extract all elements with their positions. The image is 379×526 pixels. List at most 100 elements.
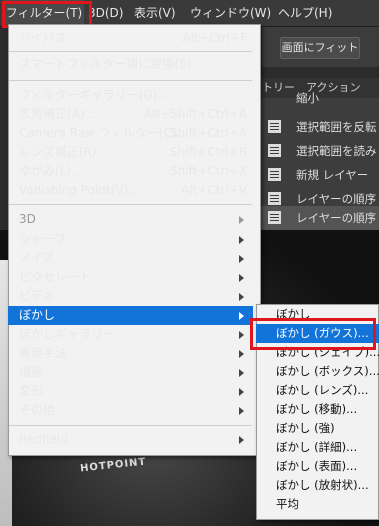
menu-item-adaptive-wide-angle[interactable]: 広角補正(A)... Alt+Shift+Ctrl+A: [8, 105, 253, 124]
menu-item-blur-gallery[interactable]: ぼかしギャラリー: [8, 325, 253, 344]
menu-help[interactable]: ヘルプ(H): [278, 0, 332, 26]
submenu-item-label: ぼかし (移動)...: [276, 402, 358, 416]
submenu-item-label: ぼかし (レンズ)...: [276, 383, 369, 397]
submenu-item-label: ぼかし (放射状)...: [276, 478, 369, 492]
menu-item-camera-raw[interactable]: Camera Raw フィルター(C)... Shift+Ctrl+A: [8, 124, 253, 143]
menu-item-label: フィルターギャラリー(G)...: [19, 88, 169, 102]
menu-item-3d: 3D: [8, 210, 253, 229]
submenu-item-label: ぼかし (強): [276, 421, 335, 435]
menu-item-blur[interactable]: ぼかし: [8, 306, 253, 325]
menu-bar: フィルター(T) 3D(D) 表示(V) ウィンドウ(W) ヘルプ(H): [0, 0, 379, 27]
menu-item-other[interactable]: その他: [8, 401, 253, 420]
history-item-label: 新規 レイヤー: [296, 168, 369, 182]
menu-item-label: Vanishing Point(V)...: [19, 183, 140, 197]
menu-item-shortcut: Alt+Ctrl+F: [182, 31, 247, 45]
menu-item-lens-correction[interactable]: レンズ補正(R)... Shift+Ctrl+R: [8, 143, 253, 162]
menu-3d[interactable]: 3D(D): [88, 0, 123, 26]
menu-item-shortcut: Shift+Ctrl+X: [170, 164, 247, 178]
menu-item-redfield[interactable]: Redfield: [8, 430, 253, 449]
submenu-item-surface-blur[interactable]: ぼかし (表面)...: [256, 457, 379, 476]
menu-item-label: 変形: [19, 384, 44, 398]
fit-screen-button[interactable]: 画面にフィット: [280, 37, 360, 59]
menu-item-shortcut: Shift+Ctrl+R: [169, 145, 247, 159]
menu-view[interactable]: 表示(V): [134, 0, 176, 26]
submenu-item-motion-blur[interactable]: ぼかし (移動)...: [256, 400, 379, 419]
submenu-item-label: ぼかし (表面)...: [276, 459, 358, 473]
history-state-icon: [268, 120, 281, 133]
submenu-item-blur-more[interactable]: ぼかし (強): [256, 419, 379, 438]
menu-item-shortcut: Alt+Ctrl+V: [181, 183, 247, 197]
history-state-icon: [268, 192, 281, 205]
menu-item-label: シャープ: [19, 232, 67, 246]
menu-item-label: ハイパス: [19, 31, 67, 45]
submenu-arrow-icon: [239, 350, 244, 358]
menu-separator: [9, 80, 252, 81]
menu-item-shortcut: Shift+Ctrl+A: [170, 126, 247, 140]
submenu-item-blur[interactable]: ぼかし: [256, 305, 379, 324]
history-state-icon: [268, 211, 281, 224]
submenu-item-label: 平均: [276, 497, 299, 511]
menu-item-label: ノイズ: [19, 251, 55, 265]
history-item[interactable]: 選択範囲を読み: [258, 139, 379, 163]
menu-separator: [9, 425, 252, 426]
submenu-arrow-icon: [239, 331, 244, 339]
history-item-selected[interactable]: レイヤーの順序: [258, 206, 379, 230]
submenu-arrow-icon: [239, 312, 244, 320]
submenu-item-average[interactable]: 平均: [256, 495, 379, 514]
history-state-icon: [268, 144, 281, 157]
menu-item-label: Camera Raw フィルター(C)...: [19, 126, 188, 140]
submenu-item-radial-blur[interactable]: ぼかし (放射状)...: [256, 476, 379, 495]
history-item-label: 選択範囲を読み: [296, 144, 377, 158]
menu-item-shortcut: Alt+Shift+Ctrl+A: [143, 107, 247, 121]
submenu-item-shape-blur[interactable]: ぼかし (シェイプ)...: [256, 343, 379, 362]
menu-item-video[interactable]: ビデオ: [8, 287, 253, 306]
submenu-item-label: ぼかし (ボックス)...: [276, 364, 379, 378]
history-item[interactable]: 新規 レイヤー: [258, 163, 379, 187]
menu-item-render[interactable]: 描画: [8, 363, 253, 382]
history-item[interactable]: 選択範囲を反転: [258, 115, 379, 139]
menu-filter[interactable]: フィルター(T): [4, 0, 84, 26]
menu-item-filter-gallery[interactable]: フィルターギャラリー(G)...: [8, 86, 253, 105]
menu-item-stylize[interactable]: 表現手法: [8, 344, 253, 363]
submenu-arrow-icon: [239, 293, 244, 301]
menu-item-label: 描画: [19, 365, 44, 379]
submenu-item-gaussian-blur[interactable]: ぼかし (ガウス)...: [256, 324, 379, 343]
submenu-item-label: ぼかし (ガウス)...: [276, 326, 369, 340]
menu-item-label: 表現手法: [19, 346, 68, 360]
menu-item-smart-filter[interactable]: スマートフィルター用に変換(S): [8, 55, 253, 74]
submenu-item-label: ぼかし (シェイプ)...: [276, 345, 379, 359]
history-item-label: レイヤーの順序: [296, 211, 377, 225]
menu-separator: [9, 204, 252, 205]
submenu-arrow-icon: [239, 274, 244, 282]
menu-item-vanishing-point[interactable]: Vanishing Point(V)... Alt+Ctrl+V: [8, 181, 253, 200]
submenu-arrow-icon: [239, 236, 244, 244]
submenu-arrow-icon: [239, 369, 244, 377]
menu-separator: [9, 51, 252, 52]
menu-item-label: ピクセレート: [19, 270, 92, 284]
menu-item-label: ビデオ: [19, 289, 56, 303]
submenu-arrow-icon: [239, 216, 244, 224]
menu-item-high-pass[interactable]: ハイパス Alt+Ctrl+F: [8, 29, 253, 48]
menu-item-label: ゆがみ(L)...: [19, 164, 83, 178]
menu-item-label: 3D: [19, 212, 36, 226]
history-item-label: 縮小: [296, 91, 319, 105]
menu-item-label: スマートフィルター用に変換(S): [19, 57, 192, 71]
menu-item-label: ぼかしギャラリー: [19, 327, 116, 341]
submenu-arrow-icon: [239, 255, 244, 263]
menu-window[interactable]: ウィンドウ(W): [190, 0, 271, 26]
submenu-item-smart-blur[interactable]: ぼかし (詳細)...: [256, 438, 379, 457]
submenu-item-label: ぼかし: [276, 307, 311, 321]
submenu-arrow-icon: [239, 407, 244, 415]
menu-item-pixelate[interactable]: ピクセレート: [8, 268, 253, 287]
submenu-arrow-icon: [239, 436, 244, 444]
submenu-item-box-blur[interactable]: ぼかし (ボックス)...: [256, 362, 379, 381]
menu-item-label: 広角補正(A)...: [19, 107, 97, 121]
menu-item-label: その他: [19, 403, 56, 417]
menu-item-sharpen[interactable]: シャープ: [8, 230, 253, 249]
history-item[interactable]: 縮小: [258, 90, 379, 106]
menu-item-noise[interactable]: ノイズ: [8, 249, 253, 268]
menu-item-liquify[interactable]: ゆがみ(L)... Shift+Ctrl+X: [8, 162, 253, 181]
menu-item-distort[interactable]: 変形: [8, 382, 253, 401]
submenu-item-lens-blur[interactable]: ぼかし (レンズ)...: [256, 381, 379, 400]
submenu-arrow-icon: [239, 388, 244, 396]
